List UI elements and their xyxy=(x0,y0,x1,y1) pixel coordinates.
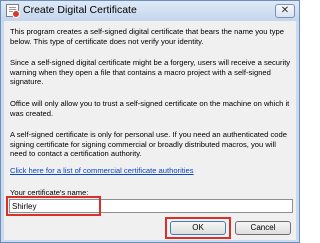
certificate-name-label: Your certificate's name: xyxy=(10,188,89,197)
window-title: Create Digital Certificate xyxy=(23,4,137,16)
certificate-icon xyxy=(6,4,20,18)
close-icon: ✕ xyxy=(280,5,290,16)
dialog-content: This program creates a self-signed digit… xyxy=(4,21,296,240)
cancel-button[interactable]: Cancel xyxy=(235,221,291,235)
create-digital-certificate-dialog: Create Digital Certificate ✕ This progra… xyxy=(0,0,300,243)
intro-paragraph: This program creates a self-signed digit… xyxy=(10,27,284,46)
ok-button[interactable]: OK xyxy=(170,221,226,235)
title-bar[interactable]: Create Digital Certificate ✕ xyxy=(1,1,299,21)
personal-use-paragraph: A self-signed certificate is only for pe… xyxy=(10,130,287,159)
forgery-warning-paragraph: Since a self-signed digital certificate … xyxy=(10,58,291,87)
commercial-authorities-link[interactable]: Click here for a list of commercial cert… xyxy=(10,166,194,175)
certificate-name-input[interactable] xyxy=(9,199,293,213)
trust-paragraph: Office will only allow you to trust a se… xyxy=(10,99,290,118)
close-button[interactable]: ✕ xyxy=(275,4,295,18)
